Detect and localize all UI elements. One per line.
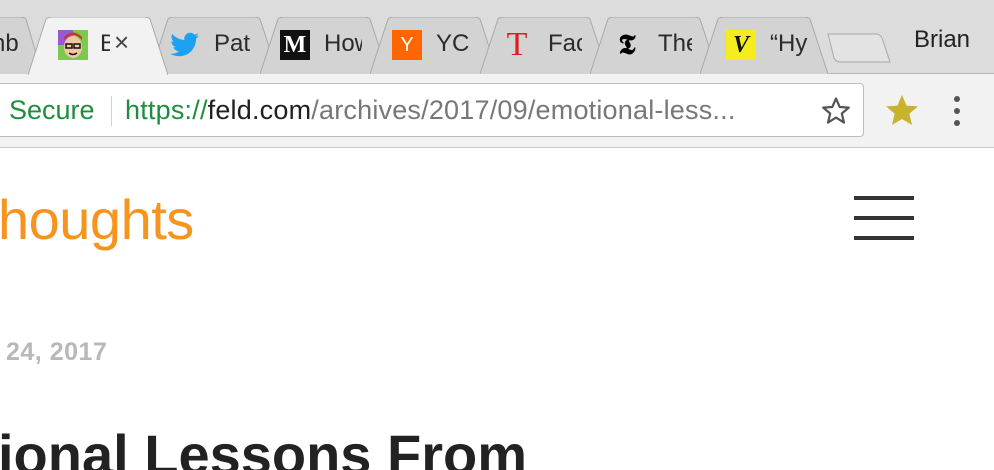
tab-4-label: YC (436, 30, 470, 57)
tab-1-shape (28, 17, 168, 75)
browser-toolbar: Secure https://feld.com/archives/2017/09… (0, 74, 994, 148)
address-bar[interactable]: Secure https://feld.com/archives/2017/09… (0, 83, 864, 137)
tab-6-label: The (658, 30, 692, 57)
tab-7[interactable]: V “Hy (700, 17, 828, 74)
vertical-dots-icon[interactable] (946, 94, 968, 128)
vice-v-logo-icon: V (726, 30, 756, 60)
tab-2[interactable]: Pat (150, 17, 278, 74)
cartoon-avatar-icon (58, 30, 88, 60)
red-t-logo-icon: T (506, 30, 528, 60)
tab-5[interactable]: T Fac (480, 17, 608, 74)
hamburger-line-bottom (854, 236, 914, 240)
tab-close-icon[interactable]: × (114, 27, 129, 57)
ycombinator-logo-icon: Y (392, 30, 422, 60)
tab-4-shape (370, 17, 498, 74)
tab-strip: nb Pat M How Y YC T (0, 0, 994, 75)
hamburger-line-middle (854, 216, 914, 220)
site-title[interactable]: houghts (0, 185, 194, 255)
hamburger-line-top (854, 196, 914, 200)
profile-name[interactable]: Brian (914, 26, 970, 54)
secure-label[interactable]: Secure (9, 95, 95, 126)
tab-4[interactable]: Y YC (370, 17, 498, 74)
url-path: /archives/2017/09/emotional-less... (311, 95, 736, 125)
nyt-logo-icon: 𝕿 (618, 30, 636, 60)
post-date: 24, 2017 (6, 338, 108, 366)
gold-star-icon[interactable] (884, 93, 920, 129)
tab-6-shape (590, 17, 718, 74)
url-host: feld.com (207, 95, 312, 125)
tab-2-label: Pat (214, 30, 251, 57)
twitter-bird-icon (170, 30, 200, 60)
tab-1-label: B (100, 30, 110, 57)
tab-7-label: “Hy (770, 30, 808, 57)
tab-3-label: How (324, 30, 362, 57)
post-title[interactable]: ional Lessons From (0, 420, 527, 470)
tab-3[interactable]: M How (260, 17, 388, 74)
medium-logo-icon: M (280, 30, 310, 60)
tab-5-label: Fac (548, 30, 582, 57)
url-text[interactable]: https://feld.com/archives/2017/09/emotio… (125, 95, 736, 126)
omnibox-separator (111, 96, 112, 126)
hamburger-menu-icon[interactable] (854, 196, 914, 242)
tab-0-label: nb (0, 30, 19, 57)
new-tab-button[interactable] (826, 32, 892, 64)
url-scheme: https:// (125, 95, 208, 125)
star-outline-icon[interactable] (821, 96, 851, 126)
tab-5-shape (480, 17, 608, 74)
tab-6[interactable]: 𝕿 The (590, 17, 718, 74)
tab-1-active[interactable]: B × (28, 17, 168, 75)
